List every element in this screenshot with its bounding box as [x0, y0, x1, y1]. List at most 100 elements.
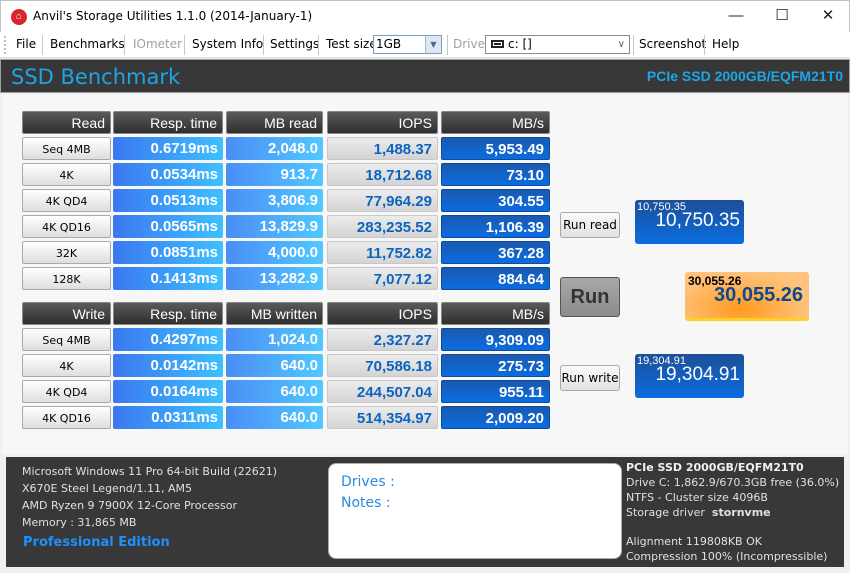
read-iops-value: 1,488.37 [327, 137, 438, 160]
driver-value: stornvme [711, 506, 771, 519]
read-test-button[interactable]: Seq 4MB [22, 137, 111, 160]
read-mb-value: 13,282.9 [226, 267, 323, 290]
read-test-button[interactable]: 4K QD4 [22, 189, 111, 212]
edition-label: Professional Edition [23, 535, 170, 550]
menu-separator [318, 35, 319, 55]
read-test-button[interactable]: 128K [22, 267, 111, 290]
write-test-button[interactable]: 4K [22, 354, 111, 377]
window-title: Anvil's Storage Utilities 1.1.0 (2014-Ja… [33, 9, 313, 23]
read-mbs-value: 304.55 [441, 189, 550, 212]
read-iops-value: 11,752.82 [327, 241, 438, 264]
read-header-iops: IOPS [327, 111, 438, 134]
write-mbs-value: 2,009.20 [441, 406, 550, 429]
read-mb-value: 13,829.9 [226, 215, 323, 238]
read-resp-value: 0.1413ms [113, 267, 223, 290]
page-title: SSD Benchmark [11, 65, 181, 89]
drive-info-filesystem: NTFS - Cluster size 4096B [626, 491, 768, 504]
drive-info-driver: Storage driver stornvme [626, 506, 771, 519]
title-bar: ⌂ Anvil's Storage Utilities 1.1.0 (2014-… [0, 0, 850, 32]
menu-file[interactable]: File [16, 37, 36, 51]
chevron-down-icon[interactable]: ∨ [618, 36, 625, 53]
read-mb-value: 913.7 [226, 163, 323, 186]
write-header-label: Write [22, 302, 111, 325]
write-header-iops: IOPS [327, 302, 438, 325]
read-header-mb: MB read [226, 111, 323, 134]
read-resp-value: 0.0534ms [113, 163, 223, 186]
notes-label: Notes : [341, 495, 391, 511]
read-resp-value: 0.6719ms [113, 137, 223, 160]
write-mb-value: 640.0 [226, 406, 323, 429]
test-size-label: Test size [326, 37, 377, 51]
menu-help[interactable]: Help [712, 37, 739, 51]
write-test-button[interactable]: 4K QD16 [22, 406, 111, 429]
os-info: Microsoft Windows 11 Pro 64-bit Build (2… [22, 465, 278, 478]
read-test-button[interactable]: 4K [22, 163, 111, 186]
write-header-mb: MB written [226, 302, 323, 325]
drive-info-alignment: Alignment 119808KB OK [626, 535, 762, 548]
read-mbs-value: 73.10 [441, 163, 550, 186]
write-resp-value: 0.0164ms [113, 380, 223, 403]
info-footer: Microsoft Windows 11 Pro 64-bit Build (2… [6, 457, 844, 567]
test-size-value: 1GB [376, 37, 402, 51]
read-score: 10,750.35 10,750.35 [635, 200, 744, 244]
read-mbs-value: 5,953.49 [441, 137, 550, 160]
menu-separator [184, 35, 185, 55]
read-mb-value: 2,048.0 [226, 137, 323, 160]
benchmark-header: SSD Benchmark PCIe SSD 2000GB/EQFM21T0 [0, 59, 850, 93]
write-resp-value: 0.0311ms [113, 406, 223, 429]
write-iops-value: 514,354.97 [327, 406, 438, 429]
read-header-resp-time: Resp. time [113, 111, 223, 134]
write-test-button[interactable]: 4K QD4 [22, 380, 111, 403]
menu-settings[interactable]: Settings [270, 37, 319, 51]
menu-screenshot[interactable]: Screenshot [639, 37, 706, 51]
drive-label: Drive [453, 37, 485, 51]
menu-benchmarks[interactable]: Benchmarks [50, 37, 125, 51]
write-score: 19,304.91 19,304.91 [635, 354, 744, 398]
write-header-mbs: MB/s [441, 302, 550, 325]
test-size-select[interactable]: 1GB ▼ [373, 35, 442, 54]
app-logo-icon: ⌂ [11, 9, 27, 25]
dropdown-arrow-icon[interactable]: ▼ [425, 36, 441, 53]
read-test-button[interactable]: 4K QD16 [22, 215, 111, 238]
menu-system-info[interactable]: System Info [192, 37, 263, 51]
drive-info-model: PCIe SSD 2000GB/EQFM21T0 [626, 461, 804, 474]
read-iops-value: 77,964.29 [327, 189, 438, 212]
write-iops-value: 2,327.27 [327, 328, 438, 351]
read-mbs-value: 884.64 [441, 267, 550, 290]
close-button[interactable]: ✕ [805, 1, 850, 33]
minimize-button[interactable]: — [713, 1, 759, 33]
write-mbs-value: 9,309.09 [441, 328, 550, 351]
notes-box[interactable]: Drives : Notes : [328, 463, 622, 559]
menu-separator [42, 35, 43, 55]
write-iops-value: 244,507.04 [327, 380, 438, 403]
read-mb-value: 4,000.0 [226, 241, 323, 264]
write-score-value: 19,304.91 [655, 364, 740, 385]
write-test-button[interactable]: Seq 4MB [22, 328, 111, 351]
toolbar-grip[interactable] [4, 36, 6, 54]
total-score: 30,055.26 30,055.26 [685, 272, 809, 321]
run-write-button[interactable]: Run write [560, 365, 620, 391]
maximize-button[interactable]: ☐ [759, 1, 805, 33]
cpu-info: AMD Ryzen 9 7900X 12-Core Processor [22, 499, 237, 512]
write-mbs-value: 275.73 [441, 354, 550, 377]
read-score-value: 10,750.35 [655, 210, 740, 231]
drive-select[interactable]: c: [] ∨ [485, 35, 630, 54]
run-button[interactable]: Run [560, 277, 620, 317]
write-mbs-value: 955.11 [441, 380, 550, 403]
menu-iometer[interactable]: IOmeter [133, 37, 182, 51]
write-iops-value: 70,586.18 [327, 354, 438, 377]
write-mb-value: 640.0 [226, 354, 323, 377]
memory-info: Memory : 31,865 MB [22, 516, 137, 529]
read-resp-value: 0.0565ms [113, 215, 223, 238]
run-read-button[interactable]: Run read [560, 212, 620, 238]
total-score-value: 30,055.26 [714, 284, 803, 306]
drive-value: c: [] [508, 37, 532, 51]
drives-label: Drives : [341, 474, 395, 490]
read-test-button[interactable]: 32K [22, 241, 111, 264]
read-iops-value: 18,712.68 [327, 163, 438, 186]
write-header-resp-time: Resp. time [113, 302, 223, 325]
read-mbs-value: 1,106.39 [441, 215, 550, 238]
write-resp-value: 0.0142ms [113, 354, 223, 377]
read-iops-value: 283,235.52 [327, 215, 438, 238]
read-header-mbs: MB/s [441, 111, 550, 134]
